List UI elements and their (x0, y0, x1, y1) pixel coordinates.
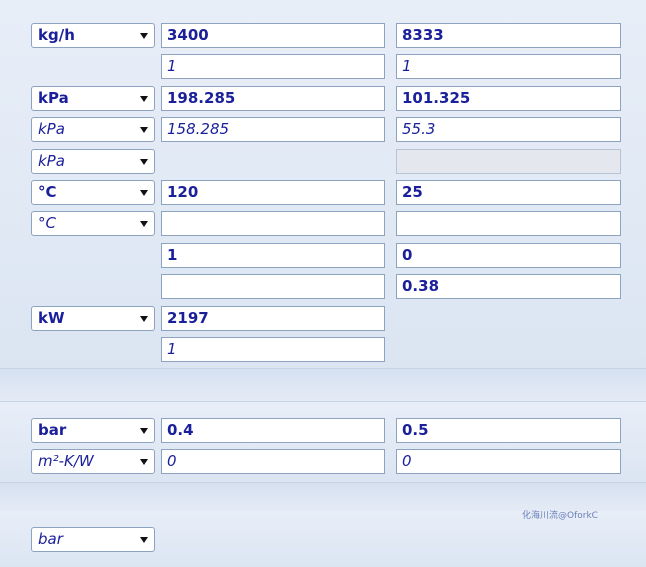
unit-label: °C (38, 183, 57, 201)
mass-flow-field-1[interactable]: 3400 (161, 23, 385, 48)
unit-select-mass-flow[interactable]: kg/h (31, 23, 155, 48)
unit-label: kW (38, 309, 65, 327)
outlet-temperature-field-2[interactable] (396, 211, 621, 236)
chevron-down-icon (140, 33, 148, 39)
unit-select-bottom-pressure[interactable]: bar (31, 527, 155, 552)
unit-label: °C (38, 214, 56, 232)
duty-multiplier-field[interactable]: 1 (161, 337, 385, 362)
temperature-field-1[interactable]: 120 (161, 180, 385, 205)
mass-flow-field-2[interactable]: 8333 (396, 23, 621, 48)
inlet-pressure-field-1[interactable]: 198.285 (161, 86, 385, 111)
unit-label: m²-K/W (38, 452, 94, 470)
chevron-down-icon (140, 316, 148, 322)
unit-select-duty[interactable]: kW (31, 306, 155, 331)
pressure-drop-field-1[interactable]: 158.285 (161, 117, 385, 142)
chevron-down-icon (140, 127, 148, 133)
chevron-down-icon (140, 96, 148, 102)
disabled-field (396, 149, 621, 174)
unit-select-inlet-pressure[interactable]: kPa (31, 86, 155, 111)
unit-select-outlet-temperature[interactable]: °C (31, 211, 155, 236)
unit-label: bar (38, 421, 67, 439)
temperature-field-2[interactable]: 25 (396, 180, 621, 205)
unit-select-pressure[interactable]: kPa (31, 149, 155, 174)
chevron-down-icon (140, 221, 148, 227)
outlet-temperature-field-1[interactable] (161, 211, 385, 236)
vapor-fraction-field-1[interactable]: 1 (161, 243, 385, 268)
vapor-fraction-field-2[interactable]: 0 (396, 243, 621, 268)
unit-label: kPa (38, 120, 65, 138)
chevron-down-icon (140, 190, 148, 196)
outlet-fraction-field-2[interactable]: 0.38 (396, 274, 621, 299)
duty-field[interactable]: 2197 (161, 306, 385, 331)
watermark-text: 化海川流@OforkC (522, 511, 598, 521)
unit-select-allowable-pressure-drop[interactable]: bar (31, 418, 155, 443)
fouling-field-2[interactable]: 0 (396, 449, 621, 474)
fouling-field-1[interactable]: 0 (161, 449, 385, 474)
multiplier-field-2[interactable]: 1 (396, 54, 621, 79)
unit-label: kPa (38, 89, 69, 107)
unit-label: bar (38, 530, 63, 548)
multiplier-field-1[interactable]: 1 (161, 54, 385, 79)
section-divider (0, 368, 646, 402)
inlet-pressure-field-2[interactable]: 101.325 (396, 86, 621, 111)
unit-label: kPa (38, 152, 65, 170)
pressure-drop-field-2[interactable]: 55.3 (396, 117, 621, 142)
chevron-down-icon (140, 537, 148, 543)
chevron-down-icon (140, 159, 148, 165)
unit-select-temperature[interactable]: °C (31, 180, 155, 205)
unit-label: kg/h (38, 26, 75, 44)
unit-select-pressure-drop[interactable]: kPa (31, 117, 155, 142)
allowable-pressure-drop-field-2[interactable]: 0.5 (396, 418, 621, 443)
unit-select-fouling[interactable]: m²-K/W (31, 449, 155, 474)
chevron-down-icon (140, 428, 148, 434)
chevron-down-icon (140, 459, 148, 465)
allowable-pressure-drop-field-1[interactable]: 0.4 (161, 418, 385, 443)
outlet-fraction-field-1[interactable] (161, 274, 385, 299)
